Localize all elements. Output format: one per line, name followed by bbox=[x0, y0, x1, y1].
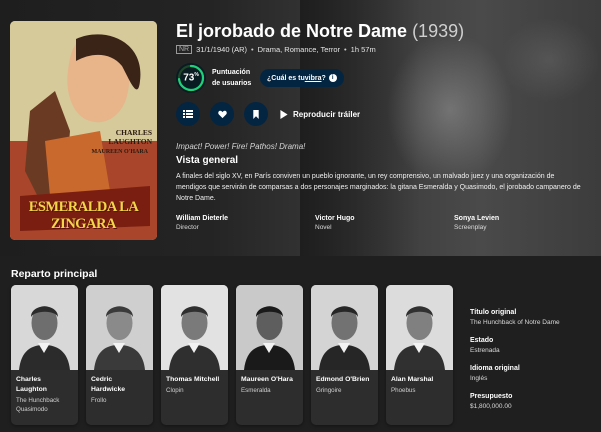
cast-character: Phoebus bbox=[391, 387, 416, 394]
portrait-image bbox=[311, 285, 378, 370]
play-trailer-button[interactable]: Reproducir tráiler bbox=[280, 109, 361, 119]
fact-label: Idioma original bbox=[470, 365, 520, 372]
heart-icon bbox=[217, 110, 227, 118]
trailer-label: Reproducir tráiler bbox=[293, 109, 361, 119]
separator-dot: • bbox=[251, 45, 254, 54]
cast-photo[interactable] bbox=[236, 285, 303, 370]
movie-year: (1939) bbox=[412, 21, 465, 41]
movie-info: El jorobado de Notre Dame (1939) NR 31/1… bbox=[176, 20, 596, 231]
cast-card[interactable]: Maureen O'Hara Esmeralda bbox=[236, 285, 303, 425]
portrait-image bbox=[386, 285, 453, 370]
info-icon[interactable]: i bbox=[328, 74, 337, 82]
vibe-prefix: ¿Cuál es tu bbox=[267, 74, 305, 82]
cast-card[interactable]: Thomas Mitchell Clopin bbox=[161, 285, 228, 425]
tagline: Impact! Power! Fire! Pathos! Drama! bbox=[176, 142, 306, 151]
movie-facts: NR 31/1/1940 (AR) • Drama, Romance, Terr… bbox=[176, 45, 596, 54]
cast-name[interactable]: Maureen O'Hara bbox=[241, 375, 298, 385]
user-score-chart[interactable]: 73% bbox=[176, 63, 206, 93]
cast-card[interactable]: Cedric Hardwicke Frollo bbox=[86, 285, 153, 425]
play-icon bbox=[280, 109, 288, 119]
fact-value: The Hunchback of Notre Dame bbox=[470, 319, 560, 326]
poster-costar: MAUREEN O'HARA bbox=[91, 149, 149, 155]
crew-item: Sonya Levien Screenplay bbox=[454, 215, 593, 231]
cast-name[interactable]: Edmond O'Brien bbox=[316, 375, 373, 385]
cast-character: Esmeralda bbox=[241, 387, 271, 394]
portrait-image bbox=[161, 285, 228, 370]
crew-job: Director bbox=[176, 224, 199, 231]
overview-heading: Vista general bbox=[176, 155, 239, 166]
hero-header: CHARLES LAUGHTON MAUREEN O'HARA ESMERALD… bbox=[0, 0, 601, 256]
cast-character: Frollo bbox=[91, 397, 107, 404]
crew-name[interactable]: Victor Hugo bbox=[315, 215, 454, 222]
cast-character: The Hunchback Quasimodo bbox=[16, 397, 60, 413]
overview-text: A finales del siglo XV, en París convive… bbox=[176, 173, 581, 202]
cast-photo[interactable] bbox=[86, 285, 153, 370]
cast-card[interactable]: Alan Marshal Phoebus bbox=[386, 285, 453, 425]
vibe-button[interactable]: ¿Cuál es tu vibra ? i bbox=[260, 69, 344, 87]
cast-character: Gringoire bbox=[316, 387, 342, 394]
fact-original-title: Título original The Hunchback of Notre D… bbox=[470, 309, 595, 326]
movie-title[interactable]: El jorobado de Notre Dame bbox=[176, 21, 407, 41]
cast-photo[interactable] bbox=[386, 285, 453, 370]
score-value: 73% bbox=[183, 72, 199, 84]
watchlist-button[interactable] bbox=[244, 102, 268, 126]
cast-card[interactable]: Charles Laughton The Hunchback Quasimodo bbox=[11, 285, 78, 425]
cast-heading: Reparto principal bbox=[11, 268, 98, 280]
crew-job: Screenplay bbox=[454, 224, 487, 231]
vibe-link[interactable]: vibra bbox=[305, 75, 322, 82]
portrait-image bbox=[86, 285, 153, 370]
fact-label: Estado bbox=[470, 337, 494, 344]
action-bar: Reproducir tráiler bbox=[176, 102, 596, 126]
page-title: El jorobado de Notre Dame (1939) bbox=[176, 20, 596, 42]
crew-list: William Dieterle Director Victor Hugo No… bbox=[176, 215, 596, 231]
cast-scroller[interactable]: Charles Laughton The Hunchback Quasimodo… bbox=[11, 285, 453, 425]
fact-budget: Presupuesto $1,800,000.00 bbox=[470, 393, 595, 410]
crew-item: Victor Hugo Novel bbox=[315, 215, 454, 231]
fact-label: Presupuesto bbox=[470, 393, 513, 400]
vibe-suffix: ? bbox=[321, 74, 326, 82]
cast-name[interactable]: Charles Laughton bbox=[16, 375, 73, 395]
cast-card-body: Cedric Hardwicke Frollo bbox=[86, 370, 153, 405]
portrait-image bbox=[11, 285, 78, 370]
facts-sidebar: Título original The Hunchback of Notre D… bbox=[470, 309, 595, 421]
fact-label: Título original bbox=[470, 309, 517, 316]
crew-job: Novel bbox=[315, 224, 332, 231]
score-label: Puntuación de usuarios bbox=[212, 69, 252, 87]
crew-name[interactable]: Sonya Levien bbox=[454, 215, 593, 222]
cast-card[interactable]: Edmond O'Brien Gringoire bbox=[311, 285, 378, 425]
runtime: 1h 57m bbox=[350, 45, 376, 54]
list-icon bbox=[183, 110, 193, 118]
crew-name[interactable]: William Dieterle bbox=[176, 215, 315, 222]
genres[interactable]: Drama, Romance, Terror bbox=[258, 45, 340, 54]
fact-value: Inglés bbox=[470, 375, 488, 382]
fact-value: Estrenada bbox=[470, 347, 500, 354]
add-to-list-button[interactable] bbox=[176, 102, 200, 126]
cast-card-body: Thomas Mitchell Clopin bbox=[161, 370, 228, 395]
favorite-button[interactable] bbox=[210, 102, 234, 126]
fact-value: $1,800,000.00 bbox=[470, 403, 512, 410]
crew-item: William Dieterle Director bbox=[176, 215, 315, 231]
cast-photo[interactable] bbox=[11, 285, 78, 370]
poster-credit: CHARLES LAUGHTON bbox=[108, 128, 152, 146]
cast-name[interactable]: Thomas Mitchell bbox=[166, 375, 223, 385]
movie-poster[interactable]: CHARLES LAUGHTON MAUREEN O'HARA ESMERALD… bbox=[10, 21, 157, 240]
fact-language: Idioma original Inglés bbox=[470, 365, 595, 382]
cast-card-body: Alan Marshal Phoebus bbox=[386, 370, 453, 395]
cast-name[interactable]: Alan Marshal bbox=[391, 375, 448, 385]
certification-badge: NR bbox=[176, 45, 193, 54]
cast-character: Clopin bbox=[166, 387, 184, 394]
bookmark-icon bbox=[253, 109, 259, 119]
poster-lettering: ESMERALDA LA ZINGARA bbox=[28, 199, 139, 232]
portrait-image bbox=[236, 285, 303, 370]
score-row: 73% Puntuación de usuarios ¿Cuál es tu v… bbox=[176, 61, 596, 95]
cast-photo[interactable] bbox=[311, 285, 378, 370]
cast-card-body: Charles Laughton The Hunchback Quasimodo bbox=[11, 370, 78, 414]
cast-card-body: Maureen O'Hara Esmeralda bbox=[236, 370, 303, 395]
cast-photo[interactable] bbox=[161, 285, 228, 370]
separator-dot: • bbox=[344, 45, 347, 54]
cast-name[interactable]: Cedric Hardwicke bbox=[91, 375, 148, 395]
cast-card-body: Edmond O'Brien Gringoire bbox=[311, 370, 378, 395]
fact-status: Estado Estrenada bbox=[470, 337, 595, 354]
release-date: 31/1/1940 (AR) bbox=[196, 45, 247, 54]
